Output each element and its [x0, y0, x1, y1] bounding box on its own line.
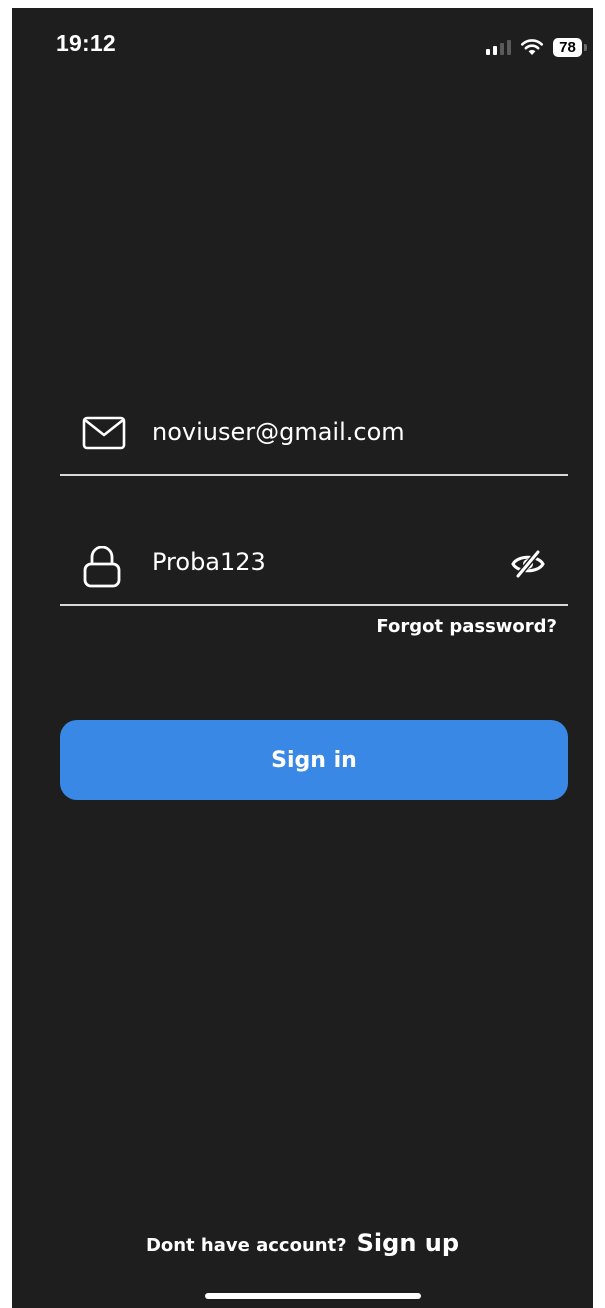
forgot-password-link[interactable]: Forgot password? [376, 616, 557, 637]
status-time: 19:12 [56, 30, 116, 56]
email-input[interactable] [152, 418, 482, 446]
mail-icon [82, 416, 126, 454]
password-field[interactable] [60, 534, 568, 606]
status-indicators: 78 [486, 36, 587, 58]
password-underline [60, 604, 568, 606]
battery-icon: 78 [553, 37, 587, 57]
password-input[interactable] [152, 548, 482, 576]
sign-up-link[interactable]: Sign up [357, 1229, 459, 1257]
login-screen: 19:12 78 noviuser@gmail.com Proba123 For… [12, 8, 593, 1308]
eye-slash-icon[interactable] [510, 549, 546, 582]
email-underline [60, 474, 568, 476]
signup-prompt: Dont have account? Sign up [12, 1229, 593, 1257]
signup-prompt-text: Dont have account? [145, 1235, 347, 1256]
home-indicator[interactable] [205, 1293, 421, 1299]
email-field[interactable] [60, 404, 568, 476]
lock-icon [82, 545, 122, 592]
wifi-icon [520, 38, 544, 56]
cellular-signal-icon [486, 39, 511, 55]
sign-in-button[interactable]: Sign in [60, 720, 568, 800]
battery-level: 78 [553, 37, 582, 57]
